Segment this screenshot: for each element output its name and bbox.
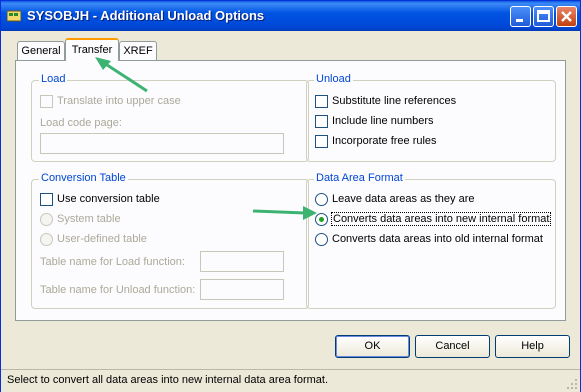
load-group-title: Load	[39, 73, 68, 85]
convert-old-format-label: Converts data areas into old internal fo…	[332, 233, 543, 245]
help-button[interactable]: Help	[495, 335, 570, 358]
unload-fn-input[interactable]	[200, 279, 284, 300]
resize-grip-icon[interactable]	[566, 378, 578, 390]
window-title: SYSOBJH - Additional Unload Options	[27, 8, 265, 23]
load-group: Load Translate into upper case Load code…	[31, 73, 309, 162]
title-bar[interactable]: SYSOBJH - Additional Unload Options	[1, 1, 580, 31]
unload-fn-label: Table name for Unload function:	[40, 284, 196, 296]
tab-pointer-arrow-icon	[95, 57, 148, 93]
use-table-label: Use conversion table	[57, 193, 160, 205]
data-area-group-title: Data Area Format	[314, 172, 405, 184]
user-table-label: User-defined table	[57, 233, 147, 245]
maximize-icon	[537, 10, 550, 22]
substitute-checkbox[interactable]	[315, 95, 328, 108]
option-pointer-arrow-icon	[252, 206, 317, 220]
use-table-checkbox[interactable]	[40, 193, 53, 206]
leave-data-areas-label: Leave data areas as they are	[332, 193, 475, 205]
incorporate-free-checkbox[interactable]	[315, 135, 328, 148]
status-bar: Select to convert all data areas into ne…	[1, 369, 580, 392]
cancel-button[interactable]: Cancel	[415, 335, 490, 358]
load-fn-input[interactable]	[200, 251, 284, 272]
dialog-window: SYSOBJH - Additional Unload Options Gene…	[0, 0, 581, 392]
conversion-group: Conversion Table Use conversion table Sy…	[31, 172, 309, 309]
load-code-page-input[interactable]	[40, 133, 284, 154]
substitute-label: Substitute line references	[332, 95, 457, 107]
status-text: Select to convert all data areas into ne…	[7, 374, 329, 386]
maximize-button[interactable]	[533, 6, 554, 27]
conversion-group-title: Conversion Table	[39, 172, 128, 184]
system-table-radio[interactable]	[40, 213, 53, 226]
load-fn-label: Table name for Load function:	[40, 256, 185, 268]
system-table-label: System table	[57, 213, 121, 225]
incorporate-free-label: Incorporate free rules	[332, 135, 437, 147]
unload-group: Unload Substitute line references Includ…	[306, 73, 556, 162]
include-lines-label: Include line numbers	[332, 115, 434, 127]
convert-old-format-radio[interactable]	[315, 233, 328, 246]
translate-upper-checkbox[interactable]	[40, 95, 53, 108]
unload-group-title: Unload	[314, 73, 353, 85]
close-icon	[561, 11, 572, 22]
data-area-group: Data Area Format Leave data areas as the…	[306, 172, 556, 309]
convert-new-format-label: Converts data areas into new internal fo…	[331, 212, 552, 226]
ok-button[interactable]: OK	[335, 335, 410, 358]
minimize-icon	[516, 19, 523, 22]
include-lines-checkbox[interactable]	[315, 115, 328, 128]
close-button[interactable]	[556, 6, 577, 27]
user-table-radio[interactable]	[40, 233, 53, 246]
tab-general[interactable]: General	[17, 41, 65, 61]
transfer-panel: Load Translate into upper case Load code…	[15, 60, 566, 321]
translate-upper-label: Translate into upper case	[57, 95, 181, 107]
app-icon	[7, 10, 21, 22]
load-code-page-label: Load code page:	[40, 117, 122, 129]
minimize-button[interactable]	[510, 6, 531, 27]
